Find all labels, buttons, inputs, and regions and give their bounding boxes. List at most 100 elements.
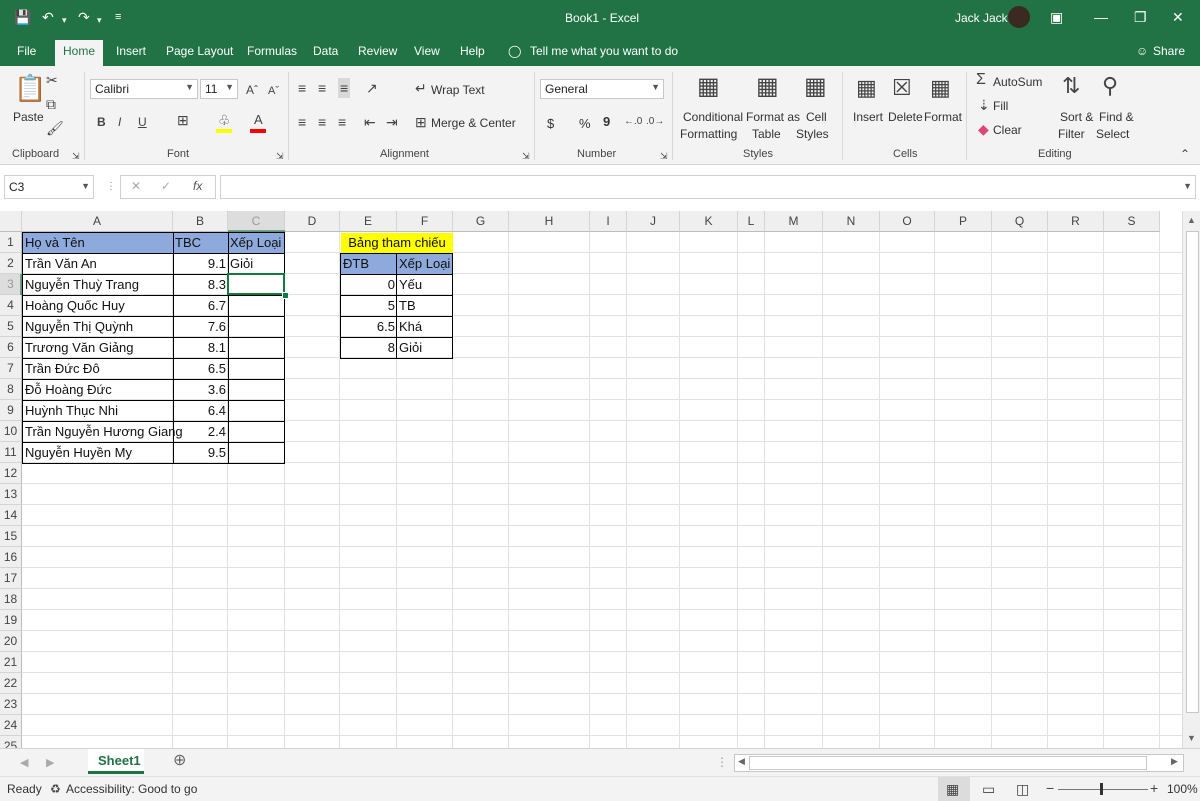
conditional-formatting-label-2[interactable]: Formatting — [680, 127, 737, 141]
header-xep-loai[interactable]: Xếp Loại — [228, 233, 284, 253]
fill-color-icon[interactable]: ♧ — [218, 112, 231, 128]
row-header[interactable]: 19 — [0, 610, 22, 631]
header-name[interactable]: Họ và Tên — [23, 233, 173, 253]
tell-me-search[interactable]: Tell me what you want to do — [530, 44, 678, 58]
format-cells-button[interactable]: Format — [924, 110, 962, 124]
tab-formulas[interactable]: Formulas — [247, 44, 297, 58]
tab-view[interactable]: View — [414, 44, 440, 58]
customize-toolbar-icon[interactable]: ≡ — [115, 9, 121, 25]
format-as-table-label-2[interactable]: Table — [752, 127, 781, 141]
column-header[interactable]: E — [340, 211, 397, 232]
row-header[interactable]: 4 — [0, 295, 22, 316]
student-name[interactable]: Trần Văn An — [23, 254, 173, 274]
number-format-select[interactable]: General ▼ — [540, 79, 664, 99]
align-top-icon[interactable]: ≡ — [298, 80, 306, 96]
sort-filter-label-2[interactable]: Filter — [1058, 127, 1085, 141]
undo-icon[interactable]: ↶ — [42, 9, 54, 25]
student-name[interactable]: Hoàng Quốc Huy — [23, 296, 173, 316]
enter-icon[interactable]: ✓ — [161, 179, 171, 193]
add-sheet-icon[interactable]: ⊕ — [173, 753, 186, 769]
row-header[interactable]: 1 — [0, 232, 22, 253]
row-header[interactable]: 9 — [0, 400, 22, 421]
row-header[interactable]: 18 — [0, 589, 22, 610]
zoom-slider-thumb[interactable] — [1100, 783, 1103, 795]
lookup-threshold[interactable]: 8 — [341, 338, 397, 358]
student-name[interactable]: Trương Văn Giảng — [23, 338, 173, 358]
zoom-out-icon[interactable]: − — [1046, 780, 1054, 796]
merge-center-button[interactable]: Merge & Center — [431, 116, 516, 130]
scroll-down-icon[interactable]: ▼ — [1187, 733, 1196, 743]
increase-indent-icon[interactable]: ⇥ — [386, 114, 398, 130]
increase-decimal-icon[interactable]: ←.0 — [624, 114, 642, 130]
student-score[interactable]: 2.4 — [173, 422, 228, 442]
page-break-view-icon[interactable]: ◫ — [1016, 781, 1029, 797]
vertical-scrollbar[interactable]: ▲ ▼ — [1182, 211, 1200, 748]
student-name[interactable]: Trần Đức Đô — [23, 359, 173, 379]
fill-handle[interactable] — [282, 292, 289, 299]
eraser-icon[interactable]: ◆ — [978, 121, 989, 137]
student-rank[interactable] — [228, 359, 284, 379]
wrap-text-icon[interactable]: ↵ — [415, 80, 427, 96]
conditional-formatting-label[interactable]: Conditional — [683, 110, 743, 124]
split-handle-icon[interactable]: ⋮ — [716, 754, 728, 770]
student-name[interactable]: Trần Nguyễn Hương Giang — [23, 422, 183, 442]
row-header[interactable]: 15 — [0, 526, 22, 547]
undo-dropdown-icon[interactable]: ▾ — [62, 12, 67, 28]
row-header[interactable]: 10 — [0, 421, 22, 442]
student-score[interactable]: 9.5 — [173, 443, 228, 463]
zoom-slider[interactable] — [1058, 789, 1148, 790]
align-center-icon[interactable]: ≡ — [318, 114, 326, 130]
student-rank[interactable] — [228, 443, 284, 463]
row-header[interactable]: 13 — [0, 484, 22, 505]
fill-button[interactable]: Fill — [993, 99, 1008, 113]
format-painter-icon[interactable]: 🖌 — [46, 120, 64, 136]
h-scroll-thumb[interactable] — [749, 756, 1147, 770]
accessibility-status[interactable]: Accessibility: Good to go — [66, 782, 197, 796]
underline-icon[interactable]: U — [138, 114, 147, 130]
align-right-icon[interactable]: ≡ — [338, 114, 346, 130]
row-header[interactable]: 24 — [0, 715, 22, 736]
row-header[interactable]: 16 — [0, 547, 22, 568]
more-options-icon[interactable]: ⋮ — [106, 179, 116, 195]
student-score[interactable]: 6.7 — [173, 296, 228, 316]
row-header[interactable]: 23 — [0, 694, 22, 715]
align-bottom-icon[interactable]: ≡ — [338, 78, 351, 98]
student-score[interactable]: 8.1 — [173, 338, 228, 358]
student-score[interactable]: 8.3 — [173, 275, 228, 295]
italic-icon[interactable]: I — [118, 114, 121, 130]
autosum-button[interactable]: AutoSum — [993, 75, 1042, 89]
student-rank[interactable] — [228, 401, 284, 421]
cell-styles-label-2[interactable]: Styles — [796, 127, 829, 141]
student-name[interactable]: Nguyễn Thị Quỳnh — [23, 317, 173, 337]
scroll-left-icon[interactable]: ◀ — [738, 756, 745, 767]
redo-icon[interactable]: ↷ — [78, 9, 90, 25]
column-header[interactable]: H — [509, 211, 590, 232]
row-header[interactable]: 8 — [0, 379, 22, 400]
bold-icon[interactable]: B — [97, 114, 106, 130]
avatar[interactable] — [1008, 6, 1030, 28]
dialog-launcher-icon[interactable]: ⇲ — [660, 148, 668, 164]
autosum-icon[interactable]: Σ — [976, 72, 986, 88]
column-header[interactable]: D — [285, 211, 340, 232]
find-select-label[interactable]: Find & — [1099, 110, 1134, 124]
currency-format-button[interactable]: $ — [547, 116, 554, 131]
tab-help[interactable]: Help — [460, 44, 485, 58]
comma-format-button[interactable]: 9 — [603, 114, 610, 129]
percent-format-button[interactable]: % — [579, 116, 591, 131]
dialog-launcher-icon[interactable]: ⇲ — [522, 148, 530, 164]
student-score[interactable]: 9.1 — [173, 254, 228, 274]
collapse-ribbon-icon[interactable]: ⌃ — [1180, 146, 1190, 162]
student-name[interactable]: Nguyễn Huyền My — [23, 443, 173, 463]
align-middle-icon[interactable]: ≡ — [318, 80, 326, 96]
conditional-formatting-icon[interactable]: ▦ — [697, 74, 720, 100]
format-cells-icon[interactable]: ▦ — [930, 76, 951, 100]
student-score[interactable]: 6.4 — [173, 401, 228, 421]
scroll-up-icon[interactable]: ▲ — [1187, 215, 1196, 225]
prev-sheet-icon[interactable]: ◀ — [20, 755, 28, 771]
user-name[interactable]: Jack Jack — [955, 11, 1008, 25]
student-score[interactable]: 7.6 — [173, 317, 228, 337]
normal-view-icon[interactable]: ▦ — [946, 781, 959, 797]
student-rank[interactable] — [228, 380, 284, 400]
fill-icon[interactable]: ⇣ — [978, 97, 990, 113]
merge-center-icon[interactable]: ⊞ — [415, 114, 427, 130]
